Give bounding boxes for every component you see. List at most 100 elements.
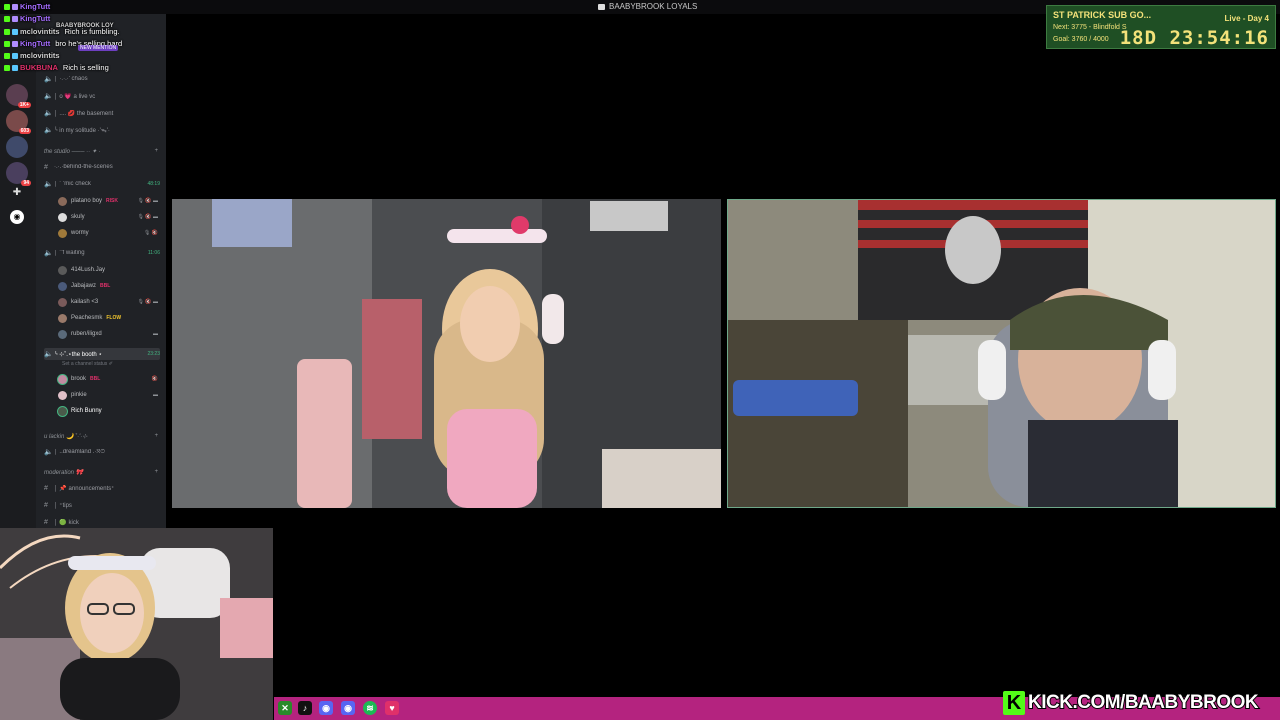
unread-badge: 94 — [21, 180, 31, 186]
voice-member[interactable]: pinkie ▬ — [58, 389, 158, 401]
voice-member[interactable]: 414Lush.Jay — [58, 264, 158, 276]
avatar — [58, 265, 67, 275]
category-moderation[interactable]: moderation 🎀 + — [44, 469, 158, 476]
text-channel[interactable]: # │ 🟢 kick — [44, 516, 160, 528]
avatar — [58, 313, 67, 323]
speaker-icon: 🔈 — [44, 449, 53, 456]
server-icon[interactable]: 603 — [6, 110, 31, 134]
voice-channel[interactable]: 🔈 │ .... 💋 the basement — [44, 107, 160, 119]
webcam-feed — [0, 528, 273, 720]
voice-channel[interactable]: 🔈 │ ˚ 'mic check 48:19 — [44, 178, 160, 190]
kick-badge-icon — [4, 64, 10, 71]
heart-icon: ♥ — [385, 701, 399, 715]
sub-badge-icon — [12, 40, 18, 47]
server-rail: 1K+ 603 94 ✚ ◉ — [0, 14, 36, 528]
avatar — [58, 406, 67, 416]
video-tile-rich[interactable] — [727, 199, 1276, 508]
voice-member[interactable]: Peachesmk FLOW — [58, 312, 158, 324]
speaker-icon: 🔈 — [44, 127, 53, 134]
avatar — [58, 374, 67, 384]
hash-icon: # — [44, 518, 48, 526]
server-icon[interactable]: 1K+ — [6, 84, 31, 108]
avatar — [58, 228, 67, 238]
text-channel[interactable]: # │ 📌 announcements⁺ — [44, 482, 160, 494]
text-channel[interactable]: # │ ⁺tips — [44, 499, 160, 511]
kick-badge-icon — [4, 3, 10, 10]
live-day: Live - Day 4 — [1224, 14, 1269, 23]
discord-icon: ◉ — [341, 701, 355, 715]
server-icon[interactable] — [6, 136, 28, 158]
voice-member[interactable]: skuly 🎙 🔇 ▬ — [58, 211, 158, 223]
speaker-icon: 🔈 — [44, 351, 53, 358]
chat-overlay: KingTutt KingTutt BAABYBROOK LOY mclovin… — [0, 0, 190, 78]
avatar — [58, 212, 67, 222]
speaker-icon: 🔈 — [44, 250, 53, 257]
kick-url-banner: K KICK.COM/BAABYBROOK — [1003, 689, 1276, 717]
next-goal: Next: 3775 - Blindfold S — [1053, 24, 1127, 31]
mod-badge-icon — [12, 28, 18, 35]
voice-member[interactable]: Jabajawz BBL — [58, 280, 158, 292]
plus-icon[interactable]: + — [154, 433, 158, 440]
discord-icon: ◉ — [319, 701, 333, 715]
mention-badge: NEW MENTION — [78, 45, 119, 51]
kick-badge-icon — [4, 52, 10, 59]
text-channel[interactable]: # ·.·.·behind-the-scenes — [44, 161, 160, 173]
chat-message: BUKBUNA Rich is selling — [4, 63, 109, 72]
kick-logo-icon: K — [1003, 691, 1025, 715]
voice-channel[interactable]: 🔈 │ ˚'f waiting 11:06 — [44, 247, 160, 259]
subathon-title: ST PATRICK SUB GO... — [1053, 10, 1152, 20]
spotify-icon: ≋ — [363, 701, 377, 715]
stream-overlay: BAABYBROOK LOYALS 1K+ 603 94 ✚ ◉ 🔈 │ ·.·.… — [0, 0, 1280, 720]
hash-icon: # — [44, 163, 48, 171]
speaker-icon: 🔈 — [44, 93, 53, 100]
voice-member[interactable]: wormy 🎙 🔇 — [58, 227, 158, 239]
avatar — [58, 297, 67, 307]
chat-message: mclovintits — [4, 51, 65, 60]
voice-member[interactable]: Rich Bunny — [58, 405, 158, 417]
webcam-feed — [728, 200, 1275, 507]
countdown: 18D 23:54:16 — [1119, 27, 1269, 49]
kick-badge-icon — [4, 28, 10, 35]
subathon-timer: ST PATRICK SUB GO... Live - Day 4 Next: … — [1046, 5, 1276, 49]
voice-channel[interactable]: 🔈 │ ..dreamland .·ᘝ⊙ — [44, 446, 160, 458]
speaker-icon: 🔈 — [44, 181, 53, 188]
sub-badge-icon — [12, 3, 18, 10]
compass-icon[interactable]: ◉ — [10, 210, 24, 224]
channel-status[interactable]: Set a channel status ✐ — [62, 361, 113, 367]
category-lackin[interactable]: u lackin 🌙 ˚·'·⊹ + — [44, 433, 158, 440]
mod-badge-icon — [12, 52, 18, 59]
voice-member[interactable]: kailash <3 🎙 🔇 ▬ — [58, 296, 158, 308]
category-studio[interactable]: the studio ─── ·· ✦ · + — [44, 148, 158, 155]
kick-url: KICK.COM/BAABYBROOK — [1027, 691, 1260, 714]
unread-badge: 1K+ — [17, 102, 31, 108]
hash-icon: # — [44, 501, 48, 509]
voice-member[interactable]: brook BBL 🔇 — [58, 373, 158, 385]
voice-member[interactable]: platano boy RISK 🎙 🔇 ▬ — [58, 195, 158, 207]
window-title: BAABYBROOK LOYALS — [598, 2, 697, 11]
voice-channel-active[interactable]: 🔈 ╰ ⊹˚.⋆the booth ⋆ 23:23 — [44, 348, 160, 360]
server-icon[interactable]: 94 — [6, 162, 31, 186]
avatar — [58, 281, 67, 291]
streamer-facecam[interactable] — [0, 528, 273, 720]
chat-message: KingTutt — [4, 14, 55, 23]
unread-badge: 603 — [18, 128, 31, 134]
chat-message: KingTutt — [4, 2, 55, 11]
plus-icon[interactable]: ✚ — [10, 186, 24, 200]
tiktok-icon: ♪ — [298, 701, 312, 715]
voice-channel[interactable]: 🔈 ╰ in my solitude ·'ᯓ'· — [44, 124, 160, 136]
chat-message: mclovintits Rich is fumbling. — [4, 27, 120, 36]
avatar — [58, 329, 67, 339]
hash-icon: # — [44, 484, 48, 492]
mod-badge-icon — [12, 64, 18, 71]
speaker-icon: 🔈 — [44, 110, 53, 117]
voice-channel[interactable]: 🔈 │ o 💗 a live vc — [44, 90, 160, 102]
plus-icon[interactable]: + — [154, 148, 158, 155]
avatar — [58, 390, 67, 400]
sub-badge-icon — [12, 15, 18, 22]
plus-icon[interactable]: + — [154, 469, 158, 476]
video-tile-brook[interactable] — [172, 199, 721, 508]
voice-member[interactable]: ruben/iligxd ▬ — [58, 328, 158, 340]
kick-badge-icon — [4, 40, 10, 47]
xbox-icon: ✕ — [278, 701, 292, 715]
avatar — [58, 196, 67, 206]
